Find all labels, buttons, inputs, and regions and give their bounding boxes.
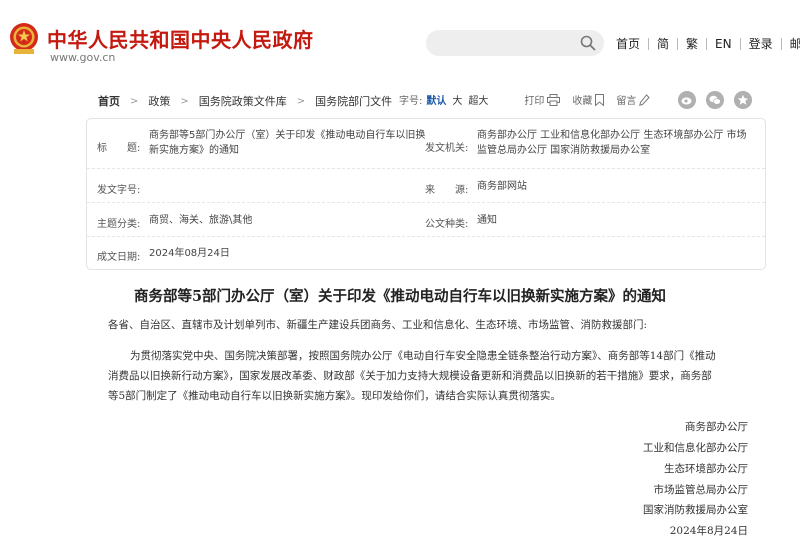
signature-line: 生态环境部办公厅 — [664, 463, 748, 475]
favorite-star-share-icon[interactable] — [734, 91, 752, 109]
article-addressee: 各省、自治区、直辖市及计划单列市、新疆生产建设兵团商务、工业和信息化、生态环境、… — [108, 319, 648, 331]
info-row-title: 标 题: 商务部等5部门办公厅（室）关于印发《推动电动自行车以旧换 新实施方案》… — [87, 119, 765, 169]
breadcrumb-bar: 首页 > 政策 > 国务院政策文件库 > 国务院部门文件 字号: 默认 大 超大… — [86, 90, 766, 110]
nav-traditional[interactable]: 繁 — [678, 35, 706, 53]
search-input[interactable] — [438, 34, 578, 52]
breadcrumb-home[interactable]: 首页 — [98, 93, 120, 109]
article-body-line: 消费品以旧换新行动方案》，国家发展改革委、财政部《关于加力支持大规模设备更新和消… — [108, 370, 712, 382]
signature-line: 商务部办公厅 — [685, 421, 748, 433]
site-title[interactable]: 中华人民共和国中央人民政府 — [47, 24, 314, 53]
category-value: 商贸、海关、旅游\其他 — [149, 215, 253, 226]
issuer-value-line: 监管总局办公厅 国家消防救援局办公室 — [477, 145, 651, 156]
print-button[interactable]: 打印 — [524, 92, 561, 107]
chevron-right-icon: > — [130, 95, 139, 107]
wechat-share-icon[interactable] — [706, 91, 724, 109]
issuer-label: 发文机关: — [425, 143, 469, 154]
comment-label: 留言 — [616, 96, 637, 107]
date-value: 2024年08月24日 — [149, 248, 230, 259]
chevron-right-icon: > — [296, 95, 306, 107]
search-box — [426, 30, 604, 56]
doctype-value: 通知 — [477, 215, 497, 226]
breadcrumb: 首页 > 政策 > 国务院政策文件库 > 国务院部门文件 — [98, 93, 392, 109]
article-body-line: 等5部门制定了《推动电动自行车以旧换新实施方案》。现印发给你们，请结合实际认真贯… — [108, 390, 561, 402]
top-nav: 首页 简 繁 EN 登录 邮箱 — [608, 35, 800, 53]
document-info-box: 标 题: 商务部等5部门办公厅（室）关于印发《推动电动自行车以旧换 新实施方案》… — [86, 118, 766, 270]
info-row-docno: 发文字号: 来 源: 商务部网站 — [87, 169, 765, 203]
doctype-label: 公文种类: — [425, 219, 469, 230]
favorite-label: 收藏 — [572, 96, 593, 107]
site-header: 中华人民共和国中央人民政府 www.gov.cn 首页 简 繁 EN 登录 邮箱 — [0, 0, 800, 74]
info-row-category: 主题分类: 商贸、海关、旅游\其他 公文种类: 通知 — [87, 203, 765, 237]
nav-simplified[interactable]: 简 — [649, 35, 677, 53]
article-tools: 字号: 默认 大 超大 打印 收藏 留言 — [399, 92, 662, 107]
font-size-default[interactable]: 默认 — [426, 92, 446, 107]
pencil-icon — [639, 93, 651, 106]
article-title: 商务部等5部门办公厅（室）关于印发《推动电动自行车以旧换新实施方案》的通知 — [133, 288, 667, 305]
title-value-line: 商务部等5部门办公厅（室）关于印发《推动电动自行车以旧换 — [149, 130, 426, 141]
date-label: 成文日期: — [97, 252, 141, 263]
site-url: www.gov.cn — [50, 51, 116, 64]
title-value: 商务部等5部门办公厅（室）关于印发《推动电动自行车以旧换 新实施方案》的通知 — [149, 128, 425, 158]
search-icon[interactable] — [580, 35, 596, 51]
nav-english[interactable]: EN — [707, 35, 740, 53]
nav-mailbox[interactable]: 邮箱 — [782, 35, 800, 53]
signature-line: 国家消防救援局办公室 — [643, 504, 748, 516]
category-label: 主题分类: — [97, 219, 141, 230]
printer-icon — [547, 93, 561, 106]
info-row-date: 成文日期: 2024年08月24日 — [87, 237, 765, 269]
nav-home[interactable]: 首页 — [608, 35, 648, 53]
font-size-label: 字号: — [399, 96, 423, 107]
signature-date: 2024年8月24日 — [669, 525, 748, 537]
bookmark-icon — [595, 93, 605, 106]
article-body-line: 为贯彻落实党中央、国务院决策部署，按照国务院办公厅《电动自行车安全隐患全链条整治… — [130, 350, 716, 362]
print-label: 打印 — [524, 96, 545, 107]
source-value: 商务部网站 — [477, 181, 527, 192]
issuer-value-line: 商务部办公厅 工业和信息化部办公厅 生态环境部办公厅 市场 — [477, 130, 747, 141]
breadcrumb-policy-library[interactable]: 国务院政策文件库 — [199, 93, 287, 109]
font-size-large[interactable]: 大 — [452, 92, 462, 107]
title-label: 标 题: — [97, 143, 141, 154]
national-emblem-icon[interactable] — [8, 22, 40, 56]
issuer-value: 商务部办公厅 工业和信息化部办公厅 生态环境部办公厅 市场 监管总局办公厅 国家… — [477, 128, 747, 158]
nav-login[interactable]: 登录 — [741, 35, 781, 53]
favorite-button[interactable]: 收藏 — [572, 92, 605, 107]
comment-button[interactable]: 留言 — [616, 92, 651, 107]
chevron-right-icon: > — [180, 95, 189, 107]
source-label: 来 源: — [425, 185, 469, 196]
breadcrumb-department-docs[interactable]: 国务院部门文件 — [315, 93, 392, 109]
font-size-xlarge[interactable]: 超大 — [468, 92, 488, 107]
signature-line: 市场监管总局办公厅 — [653, 484, 749, 496]
breadcrumb-policy[interactable]: 政策 — [148, 93, 170, 109]
doc-number-label: 发文字号: — [97, 185, 141, 196]
signature-line: 工业和信息化部办公厅 — [643, 442, 748, 454]
weibo-share-icon[interactable] — [678, 91, 696, 109]
title-value-line: 新实施方案》的通知 — [149, 145, 239, 156]
